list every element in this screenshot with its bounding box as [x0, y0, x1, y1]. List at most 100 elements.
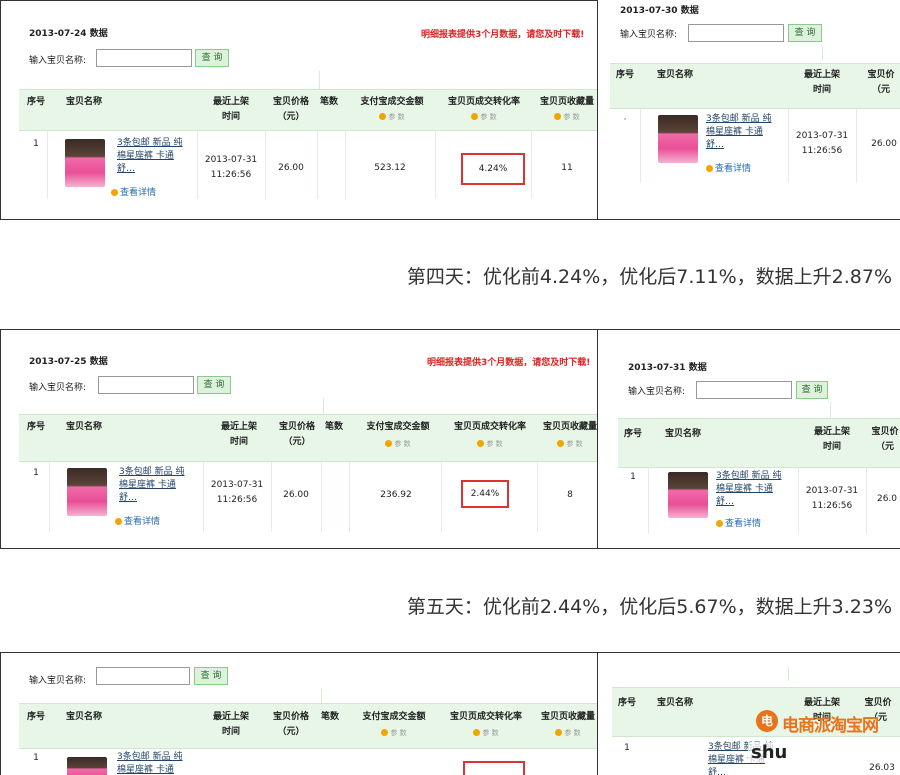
site-watermark: 电 电商派淘宝网 shu	[744, 708, 900, 775]
row-index: 1	[33, 468, 39, 478]
report-date: 2013-07-24 数据	[29, 29, 108, 39]
header-pay-amount: 支付宝成交金额	[362, 712, 426, 722]
header-seq: 序号	[26, 712, 45, 722]
product-thumbnail[interactable]	[67, 757, 107, 775]
favorites-value: 11	[561, 163, 573, 173]
search-input[interactable]	[688, 24, 784, 42]
product-title-link[interactable]: 3条包邮 新品 纯 棉星座裤 卡通 舒…	[716, 470, 792, 509]
brand-name: 电商派淘宝网	[782, 716, 879, 736]
header-favorites: 宝贝页收藏量	[540, 712, 595, 722]
header-price: 宝贝价 （元	[871, 427, 899, 452]
report-date: 2013-07-30 数据	[620, 6, 699, 16]
search-input[interactable]	[96, 667, 190, 685]
download-notice: 明细报表提供3个月数据，请您及时下载!	[421, 30, 585, 40]
price-value: 26.00	[871, 139, 897, 149]
pay-amount-value: 523.12	[374, 163, 406, 173]
search-label: 输入宝贝名称:	[620, 30, 678, 40]
header-conversion-rate: 宝贝页成交转化率	[447, 97, 520, 107]
report-date: 2013-07-31 数据	[628, 363, 707, 373]
header-product-name: 宝贝名称	[656, 698, 693, 708]
help-icon[interactable]	[554, 113, 562, 120]
header-shelf-time: 最近上架 时间	[212, 712, 249, 737]
search-input[interactable]	[696, 381, 792, 399]
header-product-name: 宝贝名称	[65, 97, 102, 107]
header-pay-amount: 支付宝成交金额	[366, 422, 430, 432]
product-title-link[interactable]: 3条包邮 新品 纯 棉星座裤 卡通 舒…	[119, 466, 197, 505]
conversion-rate-highlight: 4.24%	[461, 153, 525, 185]
conversion-rate-highlight	[463, 761, 525, 775]
header-favorites: 宝贝页收藏量	[542, 422, 597, 432]
view-detail-link[interactable]: 查看详情	[706, 161, 751, 174]
help-icon[interactable]	[557, 440, 565, 447]
search-label: 输入宝贝名称:	[29, 383, 87, 393]
shelf-time: 2013-07-31 11:26:56	[795, 131, 849, 156]
favorites-value: 8	[567, 490, 573, 500]
header-product-name: 宝贝名称	[65, 712, 102, 722]
header-count: 笔数	[320, 712, 339, 722]
help-icon[interactable]	[385, 440, 393, 447]
caption-day5: 第五天：优化前2.44%，优化后5.67%，数据上升3.23%	[406, 596, 892, 618]
header-seq: 序号	[615, 70, 634, 80]
header-seq: 序号	[26, 422, 45, 432]
search-button[interactable]: 查 询	[194, 667, 228, 685]
header-price: 宝贝价格 （元）	[278, 422, 315, 447]
report-panel-day6-before: 输入宝贝名称: 查 询 序号 宝贝名称 最近上架 时间 宝贝价格 （元） 笔数 …	[0, 652, 598, 775]
help-icon[interactable]	[381, 729, 389, 736]
search-label: 输入宝贝名称:	[29, 676, 87, 686]
price-value: 26.00	[283, 490, 309, 500]
report-panel-day5-after: 2013-07-31 数据 输入宝贝名称: 查 询 序号 宝贝名称 最近上架 时…	[597, 329, 900, 549]
header-price: 宝贝价格 （元）	[272, 712, 309, 737]
price-value: 26.00	[278, 163, 304, 173]
view-detail-link[interactable]: 查看详情	[115, 514, 160, 527]
brand-logo-icon: 电	[756, 710, 778, 732]
search-input[interactable]	[96, 49, 192, 67]
table-header: 序号 宝贝名称 最近上架 时间 宝贝价格 （元） 笔数 支付宝成交金额 参 数 …	[19, 414, 597, 462]
download-notice: 明细报表提供3个月数据，请您及时下载!	[427, 358, 591, 368]
help-icon[interactable]	[477, 440, 485, 447]
help-icon[interactable]	[471, 113, 479, 120]
product-title-link[interactable]: 3条包邮 新品 纯 棉星座裤 卡通 舒…	[706, 113, 780, 152]
product-title-link[interactable]: 3条包邮 新品 纯 棉星座裤 卡通 舒…	[117, 137, 193, 176]
caption-day4: 第四天：优化前4.24%，优化后7.11%，数据上升2.87%	[406, 266, 892, 288]
pay-amount-value: 236.92	[380, 490, 412, 500]
shelf-time: 2013-07-31 11:26:56	[204, 155, 258, 180]
help-icon[interactable]	[555, 729, 563, 736]
table-row: 1 3条包邮 新品 纯 棉星座裤 卡通 舒… 查看详情 2013-07-31 1…	[618, 468, 900, 534]
product-thumbnail[interactable]	[65, 139, 105, 187]
product-title-link[interactable]: 3条包邮 新品 纯 棉星座裤 卡通 舒…	[117, 751, 193, 775]
report-panel-day4-after: 2013-07-30 数据 输入宝贝名称: 查 询 序号 宝贝名称 最近上架 时…	[597, 0, 900, 220]
header-seq: 序号	[617, 698, 636, 708]
header-conversion-rate: 宝贝页成交转化率	[449, 712, 522, 722]
view-detail-link[interactable]: 查看详情	[716, 516, 761, 529]
header-product-name: 宝贝名称	[65, 422, 102, 432]
header-pay-amount: 支付宝成交金额	[360, 97, 424, 107]
table-row: 1 3条包邮 新品 纯 棉星座裤 卡通 舒… 查看详情 2013-07-31 1…	[19, 131, 597, 199]
product-thumbnail[interactable]	[668, 472, 708, 518]
table-header: 序号 宝贝名称 最近上架 时间 宝贝价格 （元） 笔数 支付宝成交金额 参 数 …	[19, 89, 597, 131]
row-index: 1	[33, 139, 39, 149]
search-label: 输入宝贝名称:	[628, 387, 686, 397]
header-shelf-time: 最近上架 时间	[212, 97, 249, 122]
help-icon[interactable]	[473, 729, 481, 736]
report-panel-day5-before: 2013-07-25 数据 明细报表提供3个月数据，请您及时下载! 输入宝贝名称…	[0, 329, 598, 549]
search-button[interactable]: 查 询	[195, 49, 229, 67]
search-input[interactable]	[98, 376, 194, 394]
header-seq: 序号	[26, 97, 45, 107]
table-row: 1 3条包邮 新品 纯 棉星座裤 卡通 舒… 查看详情 2013-07-31 1…	[19, 462, 597, 532]
view-detail-link[interactable]: 查看详情	[111, 185, 156, 198]
price-value: 26.0	[876, 494, 898, 504]
search-button[interactable]: 查 询	[197, 376, 231, 394]
product-thumbnail[interactable]	[658, 115, 698, 163]
conversion-rate-highlight: 2.44%	[461, 480, 509, 508]
row-index: 1	[630, 472, 636, 482]
header-product-name: 宝贝名称	[664, 429, 701, 439]
shelf-time: 2013-07-31 11:26:56	[210, 480, 264, 505]
search-button[interactable]: 查 询	[788, 24, 822, 42]
help-icon[interactable]	[379, 113, 387, 120]
search-button[interactable]: 查 询	[796, 381, 828, 399]
table-row: 1 3条包邮 新品 纯 棉星座裤 卡通 舒…	[19, 749, 597, 775]
shelf-time: 2013-07-31 11:26:56	[805, 486, 859, 511]
header-shelf-time: 最近上架 时间	[803, 70, 840, 95]
header-count: 笔数	[324, 422, 343, 432]
product-thumbnail[interactable]	[67, 468, 107, 516]
